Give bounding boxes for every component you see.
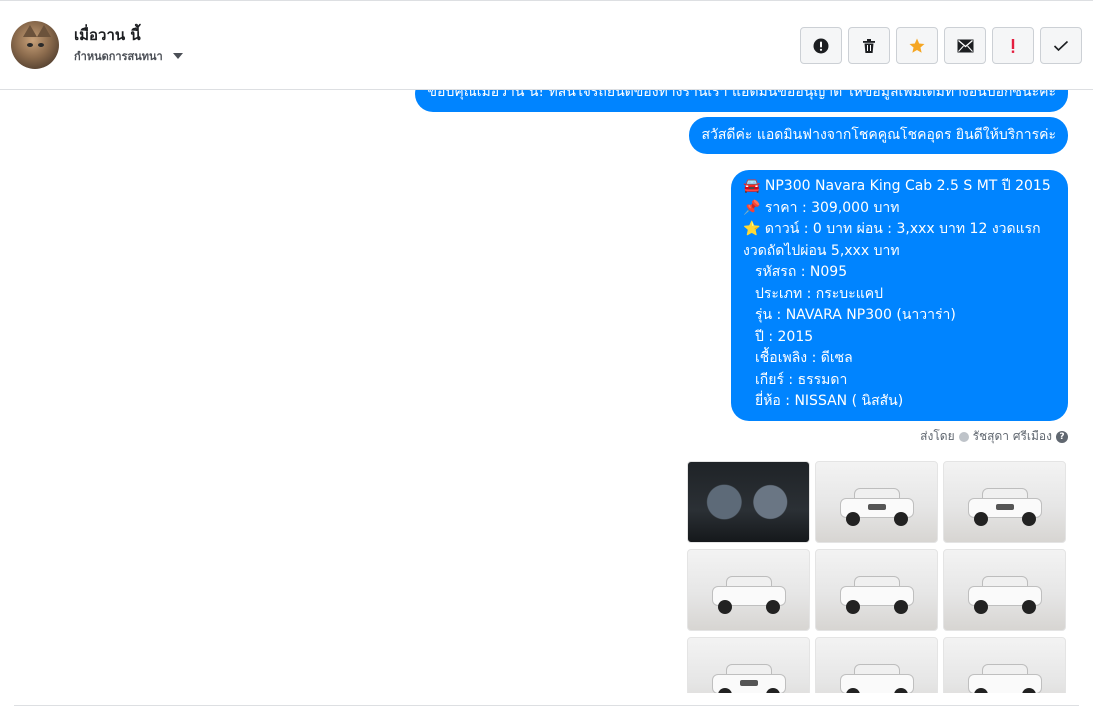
message-line: ปี : 2015: [755, 328, 814, 345]
photo-thumbnail[interactable]: [687, 637, 810, 693]
envelope-icon: [957, 39, 973, 52]
message-line: ยี่ห้อ : NISSAN ( นิสสัน): [755, 393, 904, 409]
conversation-toolbar: [800, 27, 1082, 64]
message-line: ประเภท : กระบะแคป: [755, 285, 883, 302]
divider: [14, 705, 1079, 706]
message-line: เชื้อเพลิง : ดีเซล: [755, 350, 853, 366]
help-icon[interactable]: ?: [1056, 430, 1068, 443]
message-line: รุ่น : NAVARA NP300 (นาวาร่า): [755, 307, 956, 323]
mark-unread-button[interactable]: [944, 27, 986, 64]
photo-thumbnail[interactable]: [815, 637, 938, 693]
sender-avatar-icon: [958, 431, 969, 442]
photo-thumbnail[interactable]: [943, 461, 1066, 543]
assign-conversation-dropdown[interactable]: กำหนดการสนทนา: [74, 47, 183, 65]
message-line: 🚘 NP300 Navara King Cab 2.5 S MT ปี 2015: [743, 178, 1051, 194]
conversation-header: เมื่อวาน นี้ กำหนดการสนทนา: [0, 0, 1093, 90]
contact-name[interactable]: เมื่อวาน นี้: [74, 23, 141, 47]
message-thread[interactable]: ขอบคุณเมื่อวาน นี้! ที่สนใจรถยนต์ของทางร…: [0, 90, 1093, 693]
star-icon: [909, 38, 925, 53]
message-line: 📌 ราคา : 309,000 บาท: [743, 199, 900, 216]
message-line: ⭐ ดาวน์ : 0 บาท ผ่อน : 3,xxx บาท 12 งวดแ…: [743, 221, 1041, 237]
message-line: งวดถัดไปผ่อน 5,xxx บาท: [743, 242, 900, 259]
message-bubble[interactable]: ขอบคุณเมื่อวาน นี้! ที่สนใจรถยนต์ของทางร…: [415, 90, 1068, 112]
message-line: เกียร์ : ธรรมดา: [755, 371, 848, 388]
photo-thumbnail[interactable]: [815, 461, 938, 543]
check-icon: [1053, 40, 1069, 51]
message-line: รหัสรถ : N095: [755, 264, 848, 280]
alert-circle-icon: [813, 38, 829, 53]
photo-thumbnail[interactable]: [687, 549, 810, 631]
avatar[interactable]: [11, 21, 59, 69]
assign-label: กำหนดการสนทนา: [74, 50, 163, 63]
sent-by-label: ส่งโดย รัชสุดา ศรีเมือง ?: [920, 427, 1068, 446]
spam-button[interactable]: [800, 27, 842, 64]
photo-thumbnail[interactable]: [943, 549, 1066, 631]
photo-grid: [687, 461, 1068, 693]
sent-by-prefix: ส่งโดย: [920, 429, 955, 443]
photo-thumbnail[interactable]: [687, 461, 810, 543]
sender-name: รัชสุดา ศรีเมือง: [972, 429, 1052, 443]
star-button[interactable]: [896, 27, 938, 64]
trash-icon: [863, 38, 875, 53]
follow-up-button[interactable]: [992, 27, 1034, 64]
done-button[interactable]: [1040, 27, 1082, 64]
message-bubble[interactable]: สวัสดีค่ะ แอดมินฟางจากโชคคูณโชคอุดร ยินด…: [689, 117, 1068, 154]
photo-thumbnail[interactable]: [943, 637, 1066, 693]
caret-down-icon: [172, 53, 183, 59]
message-bubble[interactable]: 🚘 NP300 Navara King Cab 2.5 S MT ปี 2015…: [731, 170, 1068, 421]
exclamation-icon: [1011, 38, 1015, 53]
photo-thumbnail[interactable]: [815, 549, 938, 631]
delete-button[interactable]: [848, 27, 890, 64]
